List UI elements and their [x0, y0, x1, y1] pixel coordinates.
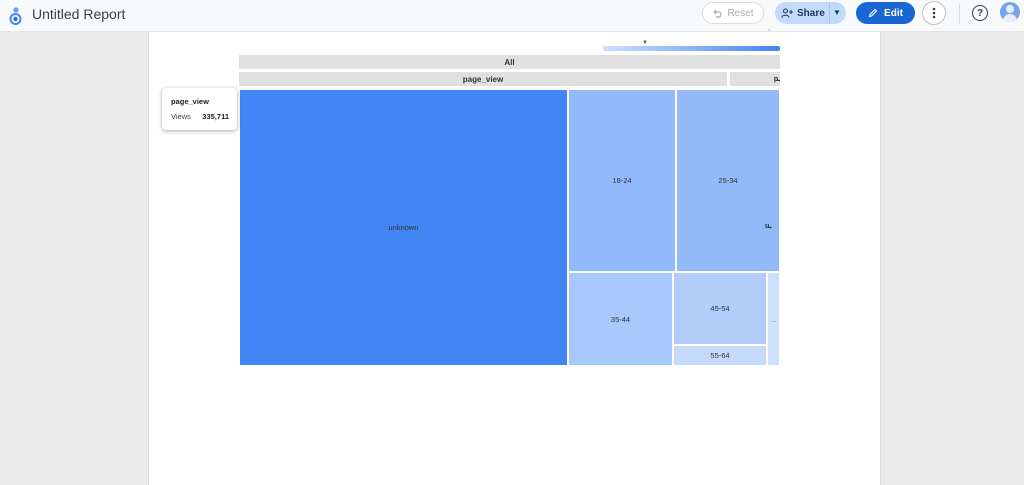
treemap-side-label: u...: [765, 223, 781, 230]
share-button[interactable]: Share ▼: [775, 2, 846, 24]
treemap-tile[interactable]: ...: [767, 272, 780, 366]
treemap-tile[interactable]: unknown: [239, 89, 568, 366]
toolbar-divider: [959, 4, 960, 24]
treemap-tile[interactable]: 25-34: [676, 89, 780, 272]
avatar-head: [1006, 5, 1014, 13]
more-vert-icon: [932, 7, 936, 19]
share-dropdown-icon[interactable]: ▼: [833, 8, 841, 17]
undo-icon: [712, 8, 722, 18]
color-scale-bar: [603, 46, 780, 51]
treemap-tile-label: 55-64: [710, 351, 729, 360]
edit-button[interactable]: Edit: [856, 2, 915, 24]
treemap-tile-label: ...: [770, 315, 776, 324]
treemap-header-other[interactable]: p...: [730, 72, 780, 86]
treemap-tile[interactable]: 35-44: [568, 272, 673, 366]
looker-studio-logo-icon: [9, 6, 23, 26]
tooltip-metric-value: 335,711: [202, 112, 229, 121]
treemap-chart[interactable]: unknown 18-24 25-34 35-44 45-54 55-64...: [239, 89, 780, 366]
reset-button[interactable]: Reset: [702, 2, 764, 24]
avatar-body: [1003, 14, 1017, 22]
report-title[interactable]: Untitled Report: [32, 6, 125, 22]
treemap-tile[interactable]: 18-24: [568, 89, 676, 272]
treemap-header-all[interactable]: All: [239, 55, 780, 69]
top-app-bar: Untitled Report Reset Share ▼ Edit ?: [0, 0, 1024, 32]
treemap-tile-label: 18-24: [612, 176, 631, 185]
tooltip-title: page_view: [171, 97, 209, 106]
treemap-tile-label: 45-54: [710, 304, 729, 313]
treemap-tile-label: unknown: [388, 223, 418, 232]
tooltip-metric-label: Views: [171, 112, 191, 121]
treemap-tile[interactable]: 55-64: [673, 345, 767, 366]
add-person-icon: [781, 8, 793, 18]
pencil-icon: [868, 8, 878, 18]
more-options-button[interactable]: [922, 1, 946, 25]
treemap-tile-label: 35-44: [611, 315, 630, 324]
treemap-tile[interactable]: 45-54: [673, 272, 767, 345]
treemap-tile-label: 25-34: [718, 176, 737, 185]
treemap-header-page-view[interactable]: page_view: [239, 72, 727, 86]
reset-label: Reset: [727, 8, 753, 19]
help-icon[interactable]: ?: [972, 5, 988, 21]
avatar[interactable]: [1000, 2, 1020, 22]
share-divider: [829, 2, 830, 24]
edit-label: Edit: [884, 8, 903, 19]
share-label: Share: [797, 8, 825, 19]
color-scale-tick-mark: ˇ: [768, 30, 770, 37]
chart-tooltip: page_view Views 335,711: [162, 88, 237, 130]
